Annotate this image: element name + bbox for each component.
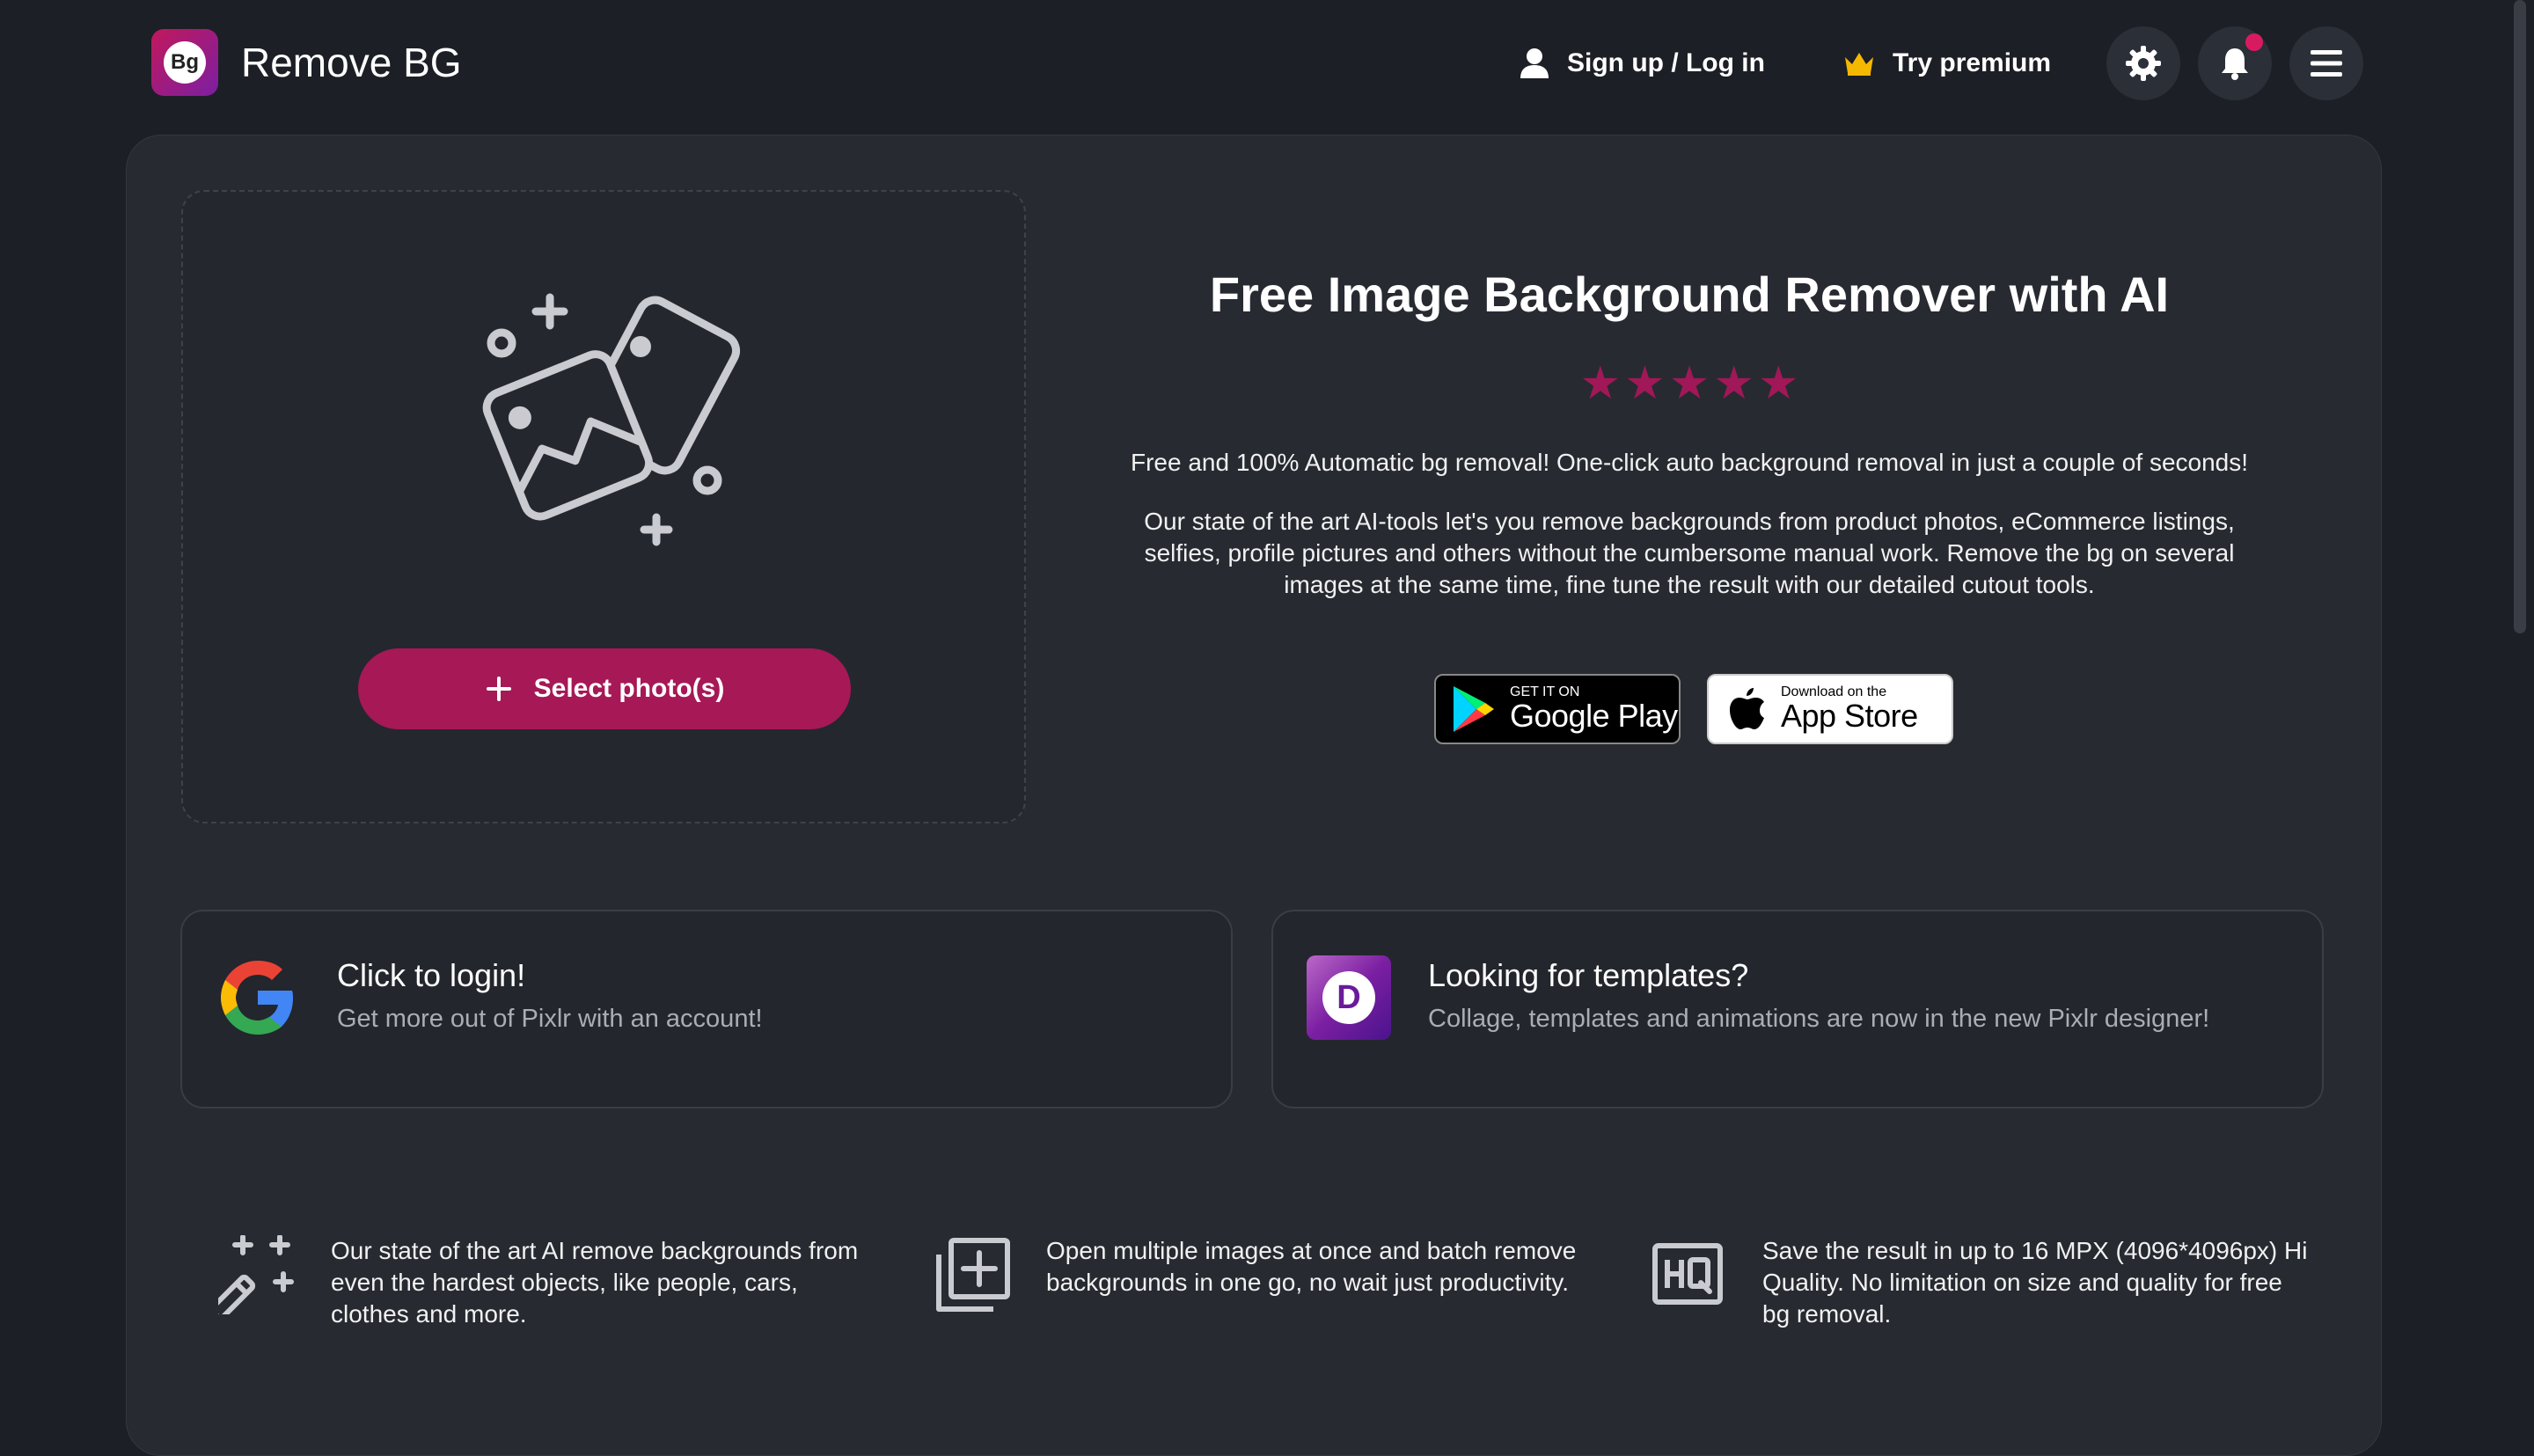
star-icon: ★ <box>1579 358 1622 410</box>
hero-lead-text: Free and 100% Automatic bg removal! One-… <box>1130 449 2249 477</box>
logo-icon: Bg <box>151 29 218 96</box>
page-scrollbar[interactable] <box>2514 0 2526 633</box>
top-bar: Bg Remove BG Sign up / Log in Try premiu… <box>0 0 2534 128</box>
templates-card-title: Looking for templates? <box>1428 957 1749 993</box>
plus-icon <box>486 677 511 701</box>
try-premium-link[interactable]: Try premium <box>1843 37 2051 90</box>
hamburger-menu-icon <box>2311 50 2342 77</box>
logo-badge-text: Bg <box>164 41 206 84</box>
templates-card-text: Collage, templates and animations are no… <box>1428 1005 2210 1033</box>
google-play-icon <box>1454 686 1494 732</box>
page-title: Free Image Background Remover with AI <box>1209 267 2170 322</box>
app-store-big-text: App Store <box>1781 698 1918 734</box>
pixlr-designer-letter: D <box>1322 971 1375 1024</box>
hero-description: Our state of the art AI-tools let's you … <box>1144 507 2235 598</box>
pixlr-designer-icon: D <box>1307 955 1391 1040</box>
app-store-button[interactable]: Download on the App Store <box>1707 674 1953 744</box>
user-icon <box>1520 48 1549 78</box>
notification-dot <box>2245 33 2263 51</box>
star-icon: ★ <box>1757 358 1799 410</box>
google-play-big-text: Google Play <box>1510 698 1678 734</box>
add-multiple-icon <box>936 1238 1010 1312</box>
feature-batch-text: Open multiple images at once and batch r… <box>1046 1237 1577 1296</box>
hero-info: Free Image Background Remover with AI ★ … <box>1073 265 2305 601</box>
login-card-text: Get more out of Pixlr with an account! <box>337 1005 763 1033</box>
images-illustration-icon <box>482 293 741 546</box>
hq-icon <box>1652 1243 1723 1305</box>
notifications-button[interactable] <box>2198 26 2272 100</box>
feature-ai-removal-text: Our state of the art AI remove backgroun… <box>331 1237 859 1328</box>
settings-button[interactable] <box>2106 26 2180 100</box>
main-panel: Select photo(s) Free Image Background Re… <box>126 135 2382 1456</box>
login-card[interactable]: Click to login! Get more out of Pixlr wi… <box>180 910 1233 1108</box>
signup-login-link[interactable]: Sign up / Log in <box>1520 37 1765 90</box>
apple-icon <box>1730 688 1764 729</box>
star-icon: ★ <box>1624 358 1666 410</box>
signup-login-label: Sign up / Log in <box>1567 48 1765 77</box>
star-icon: ★ <box>1668 358 1710 410</box>
logo[interactable]: Bg Remove BG <box>151 29 462 96</box>
gear-icon <box>2126 46 2161 81</box>
select-photos-label: Select photo(s) <box>533 674 725 703</box>
menu-button[interactable] <box>2289 26 2363 100</box>
try-premium-label: Try premium <box>1893 48 2052 77</box>
login-card-title: Click to login! <box>337 957 526 993</box>
bell-icon <box>2222 48 2248 80</box>
crown-icon <box>1845 53 1873 76</box>
rating-stars: ★ ★ ★ ★ ★ <box>1073 361 2305 406</box>
photo-dropzone[interactable]: Select photo(s) <box>181 190 1026 823</box>
app-name: Remove BG <box>241 40 462 85</box>
google-play-button[interactable]: GET IT ON Google Play <box>1434 674 1681 744</box>
select-photos-button[interactable]: Select photo(s) <box>358 648 851 729</box>
google-icon <box>221 961 293 1035</box>
store-badges: GET IT ON Google Play Download on the Ap… <box>1434 674 1953 744</box>
star-icon: ★ <box>1713 358 1754 410</box>
magic-wand-icon <box>218 1235 294 1314</box>
templates-card[interactable]: D Looking for templates? Collage, templa… <box>1271 910 2324 1108</box>
feature-hq-text: Save the result in up to 16 MPX (4096*40… <box>1762 1237 2308 1328</box>
